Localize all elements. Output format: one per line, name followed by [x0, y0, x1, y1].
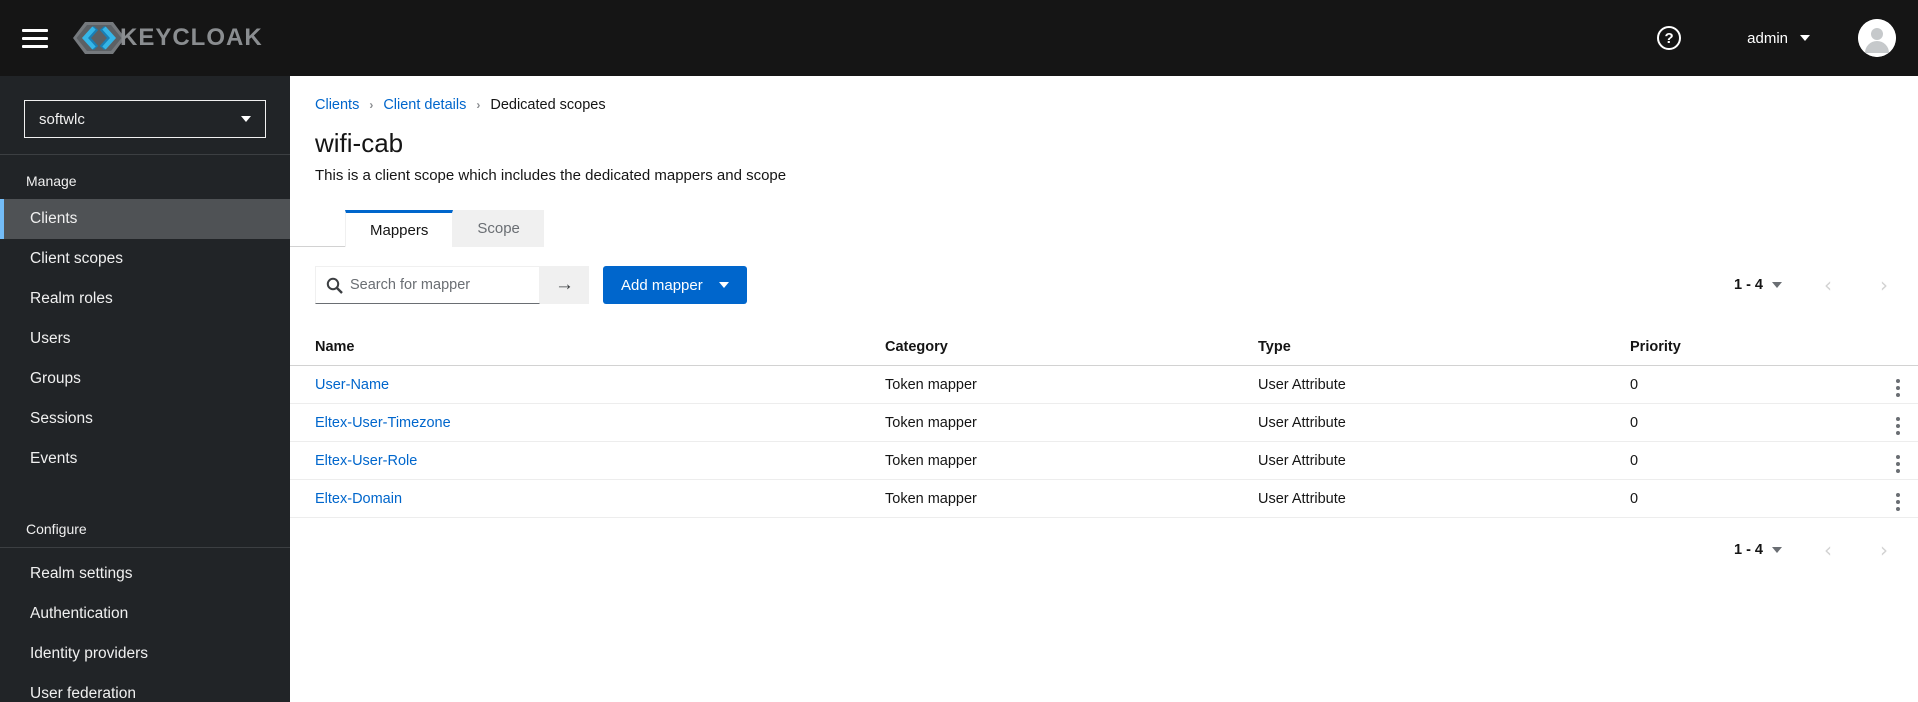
realm-selector-value: softwlc — [39, 110, 85, 128]
tab-mappers[interactable]: Mappers — [345, 210, 454, 247]
kebab-menu-icon[interactable] — [1890, 491, 1906, 513]
type-cell: User Attribute — [1258, 403, 1630, 442]
keycloak-logo: KEYCLOAK — [72, 19, 263, 57]
brand-title: KEYCLOAK — [120, 24, 263, 51]
column-header-priority: Priority — [1630, 329, 1878, 366]
sidebar-item-user-federation[interactable]: User federation — [0, 674, 290, 702]
column-header-name: Name — [290, 329, 885, 366]
search-input[interactable] — [316, 267, 539, 303]
pagination-next-button[interactable]: › — [1880, 275, 1888, 295]
mapper-link[interactable]: Eltex-Domain — [315, 491, 402, 507]
breadcrumb-clients-link[interactable]: Clients — [315, 97, 359, 113]
mappers-table: Name Category Type Priority User-Name To… — [290, 329, 1918, 518]
pagination-prev-button[interactable]: ‹ — [1824, 275, 1832, 295]
search-icon — [326, 277, 343, 299]
column-header-type: Type — [1258, 329, 1630, 366]
table-row: Eltex-User-Timezone Token mapper User At… — [290, 403, 1918, 442]
chevron-down-icon — [1772, 547, 1782, 553]
category-cell: Token mapper — [885, 365, 1258, 404]
nav-group-manage-label: Manage — [26, 173, 77, 189]
sidebar-item-events[interactable]: Events — [0, 439, 290, 479]
keycloak-logo-icon — [72, 19, 126, 57]
sidebar-item-authentication[interactable]: Authentication — [0, 594, 290, 634]
priority-cell: 0 — [1630, 365, 1878, 404]
kebab-menu-icon[interactable] — [1890, 415, 1906, 437]
pagination-next-button[interactable]: › — [1880, 540, 1888, 560]
kebab-menu-icon[interactable] — [1890, 377, 1906, 399]
mapper-link[interactable]: Eltex-User-Role — [315, 453, 417, 469]
user-menu[interactable]: admin — [1747, 30, 1810, 47]
menu-icon[interactable] — [22, 28, 48, 48]
sidebar-item-sessions[interactable]: Sessions — [0, 399, 290, 439]
breadcrumb-separator-icon: › — [369, 98, 374, 112]
mapper-link[interactable]: User-Name — [315, 377, 389, 393]
pagination-bottom: 1 - 4 ‹ › — [1734, 540, 1900, 560]
tab-scope[interactable]: Scope — [453, 210, 544, 247]
table-row: User-Name Token mapper User Attribute 0 — [290, 365, 1918, 404]
app-header: KEYCLOAK ? admin — [0, 0, 1918, 76]
table-row: Eltex-User-Role Token mapper User Attrib… — [290, 441, 1918, 480]
sidebar-item-realm-settings[interactable]: Realm settings — [0, 554, 290, 594]
main-content: Clients › Client details › Dedicated sco… — [290, 76, 1918, 702]
search-submit-button[interactable]: → — [540, 266, 589, 304]
table-row: Eltex-Domain Token mapper User Attribute… — [290, 479, 1918, 518]
pagination-range-label: 1 - 4 — [1733, 542, 1763, 558]
sidebar-item-clients[interactable]: Clients — [0, 199, 290, 239]
priority-cell: 0 — [1630, 441, 1878, 480]
column-header-category: Category — [885, 329, 1258, 366]
breadcrumb: Clients › Client details › Dedicated sco… — [315, 97, 1918, 113]
pagination-prev-button[interactable]: ‹ — [1824, 540, 1832, 560]
breadcrumb-client-details-link[interactable]: Client details — [383, 97, 466, 113]
toolbar: → Add mapper 1 - 4 ‹ › — [315, 266, 1900, 304]
page-title: wifi-cab — [315, 128, 404, 158]
chevron-down-icon — [1772, 282, 1782, 288]
sidebar-item-client-scopes[interactable]: Client scopes — [0, 239, 290, 279]
type-cell: User Attribute — [1258, 479, 1630, 518]
nav-group-configure-label: Configure — [26, 521, 87, 537]
sidebar: softwlc Manage Clients Client scopes Rea… — [0, 76, 290, 702]
sidebar-item-realm-roles[interactable]: Realm roles — [0, 279, 290, 319]
chevron-down-icon — [718, 282, 729, 288]
chevron-down-icon — [241, 116, 251, 122]
column-header-actions — [1878, 329, 1918, 366]
tab-bar: Mappers Scope — [290, 210, 1918, 247]
username-label: admin — [1747, 29, 1788, 47]
pagination-range-dropdown[interactable]: 1 - 4 — [1734, 277, 1782, 293]
kebab-menu-icon[interactable] — [1890, 453, 1906, 475]
help-icon[interactable]: ? — [1657, 26, 1682, 50]
sidebar-item-identity-providers[interactable]: Identity providers — [0, 634, 290, 674]
breadcrumb-current: Dedicated scopes — [490, 97, 606, 113]
sidebar-item-users[interactable]: Users — [0, 319, 290, 359]
breadcrumb-separator-icon: › — [476, 98, 481, 112]
table-header-row: Name Category Type Priority — [290, 329, 1918, 366]
chevron-down-icon — [1800, 35, 1810, 41]
type-cell: User Attribute — [1258, 441, 1630, 480]
avatar[interactable] — [1858, 19, 1896, 57]
category-cell: Token mapper — [885, 479, 1258, 518]
sidebar-divider — [0, 547, 290, 548]
add-mapper-button[interactable]: Add mapper — [603, 266, 747, 304]
pagination-range-dropdown[interactable]: 1 - 4 — [1734, 542, 1782, 558]
pagination-range-label: 1 - 4 — [1733, 277, 1763, 293]
category-cell: Token mapper — [885, 441, 1258, 480]
priority-cell: 0 — [1630, 479, 1878, 518]
search-group: → — [315, 266, 589, 304]
pagination-top: 1 - 4 ‹ › — [1734, 275, 1900, 295]
page-subtitle: This is a client scope which includes th… — [315, 167, 787, 184]
sidebar-item-groups[interactable]: Groups — [0, 359, 290, 399]
type-cell: User Attribute — [1258, 365, 1630, 404]
priority-cell: 0 — [1630, 403, 1878, 442]
realm-selector[interactable]: softwlc — [24, 100, 266, 138]
add-mapper-label: Add mapper — [621, 276, 703, 294]
mapper-link[interactable]: Eltex-User-Timezone — [315, 415, 451, 431]
tab-spacer — [290, 210, 345, 247]
category-cell: Token mapper — [885, 403, 1258, 442]
